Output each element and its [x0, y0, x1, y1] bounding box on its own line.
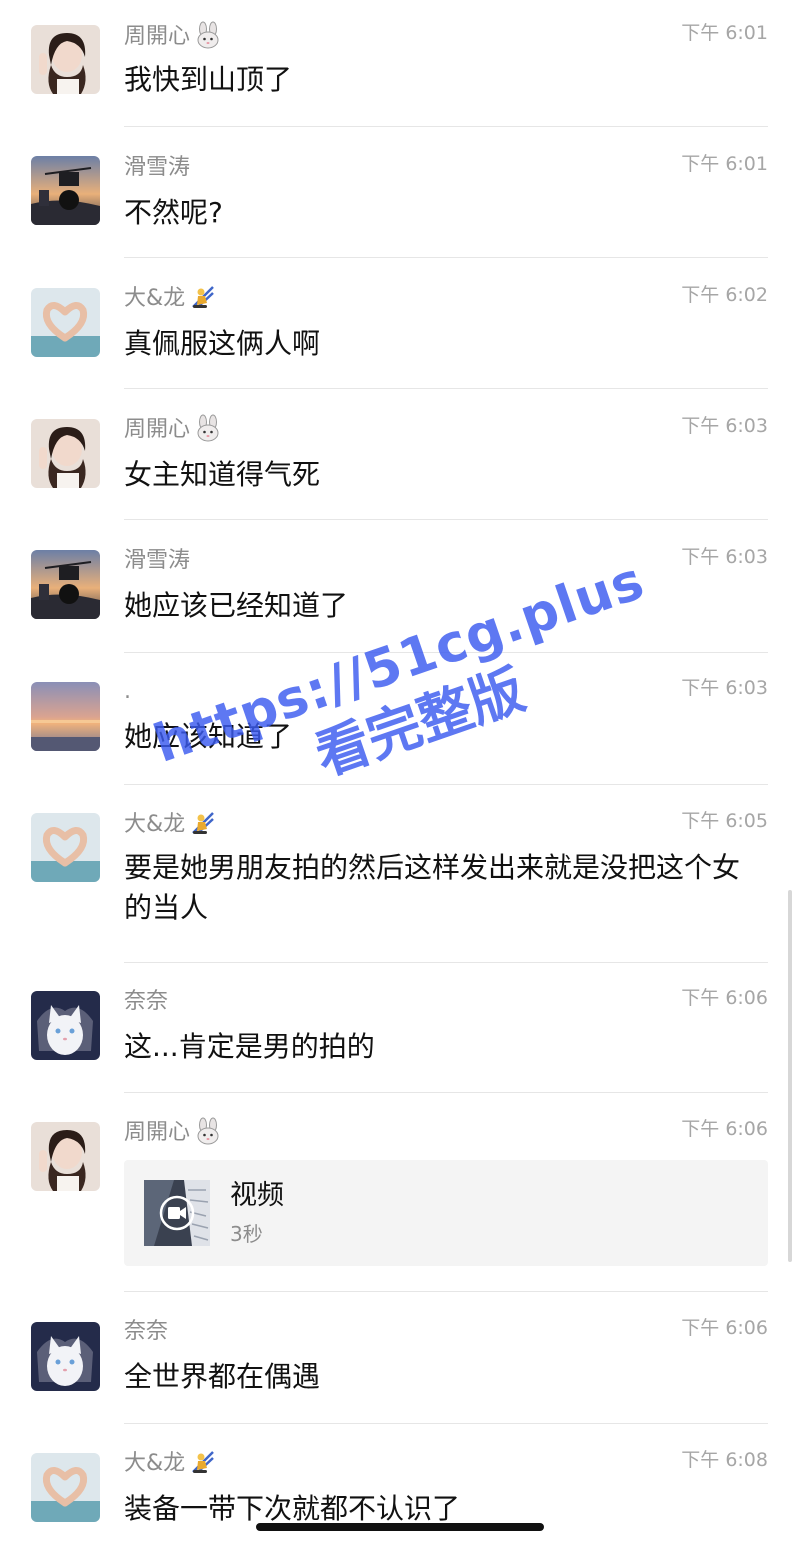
message-item[interactable]: 周開心 下午 6:01 我快到山顶了 [0, 0, 800, 130]
divider [124, 257, 768, 258]
video-duration: 3秒 [230, 1222, 263, 1246]
message-timestamp: 下午 6:03 [681, 415, 768, 437]
skier-emoji [189, 809, 217, 837]
scrollbar[interactable] [788, 890, 792, 1262]
message-item[interactable]: 大&龙 下午 6:05 要是她男朋友拍的然后这样发出来就是没把这个女的当人 [0, 786, 800, 964]
message-timestamp: 下午 6:06 [681, 1118, 768, 1140]
sender-name: . [124, 679, 131, 704]
sender-name: 周開心 [124, 21, 222, 52]
avatar-ski-sunset[interactable] [31, 550, 100, 619]
message-text: 不然呢? [124, 196, 223, 229]
avatar-white-cat[interactable] [31, 1322, 100, 1391]
message-item[interactable]: . 下午 6:03 她应该知道了 [0, 655, 800, 785]
rabbit-emoji [194, 21, 222, 49]
avatar-sunset-sea[interactable] [31, 682, 100, 751]
video-thumbnail[interactable] [144, 1180, 210, 1246]
avatar-girl[interactable] [31, 25, 100, 94]
message-item[interactable]: 奈奈 下午 6:06 全世界都在偶遇 [0, 1293, 800, 1424]
skier-emoji [189, 1448, 217, 1476]
message-text: 女主知道得气死 [124, 458, 321, 491]
message-text: 真佩服这俩人啊 [124, 327, 321, 360]
sender-name: 大&龙 [124, 1449, 217, 1479]
avatar-girl[interactable] [31, 419, 100, 488]
sender-name: 周開心 [124, 414, 222, 445]
message-item[interactable]: 滑雪涛 下午 6:03 她应该已经知道了 [0, 524, 800, 654]
message-text: 她应该知道了 [124, 720, 293, 753]
divider [124, 126, 768, 127]
rabbit-emoji [194, 1117, 222, 1145]
sender-name: 大&龙 [124, 284, 217, 314]
message-item[interactable]: 滑雪涛 下午 6:01 不然呢? [0, 131, 800, 261]
message-timestamp: 下午 6:02 [681, 284, 768, 306]
message-text: 要是她男朋友拍的然后这样发出来就是没把这个女的当人 [124, 851, 741, 924]
avatar-white-cat[interactable] [31, 991, 100, 1060]
message-timestamp: 下午 6:05 [681, 810, 768, 832]
video-message-card[interactable]: 视频 3秒 [124, 1160, 768, 1266]
chat-history-list[interactable]: 周開心 下午 6:01 我快到山顶了 滑雪涛 下午 6:01 不然呢? 大&龙 … [0, 0, 800, 1549]
message-timestamp: 下午 6:01 [681, 22, 768, 44]
avatar-ski-sunset[interactable] [31, 156, 100, 225]
message-item[interactable]: 周開心 下午 6:03 女主知道得气死 [0, 393, 800, 523]
home-indicator[interactable] [256, 1523, 544, 1531]
rabbit-emoji [194, 414, 222, 442]
message-timestamp: 下午 6:06 [681, 1317, 768, 1339]
avatar-heart-hands[interactable] [31, 1453, 100, 1522]
message-text: 我快到山顶了 [124, 63, 293, 96]
sender-name: 周開心 [124, 1117, 222, 1148]
avatar-heart-hands[interactable] [31, 813, 100, 882]
divider [124, 784, 768, 785]
message-text: 全世界都在偶遇 [124, 1360, 321, 1393]
sender-name: 大&龙 [124, 810, 217, 840]
sender-name: 奈奈 [124, 989, 169, 1014]
message-item[interactable]: 奈奈 下午 6:06 这...肯定是男的拍的 [0, 963, 800, 1093]
message-timestamp: 下午 6:06 [681, 987, 768, 1009]
skier-emoji [189, 283, 217, 311]
message-text: 这...肯定是男的拍的 [124, 1030, 375, 1063]
divider [124, 519, 768, 520]
avatar-heart-hands[interactable] [31, 288, 100, 357]
message-timestamp: 下午 6:01 [681, 153, 768, 175]
video-title: 视频 [230, 1180, 284, 1211]
message-item[interactable]: 大&龙 下午 6:02 真佩服这俩人啊 [0, 262, 800, 392]
message-timestamp: 下午 6:03 [681, 677, 768, 699]
divider [124, 1092, 768, 1093]
message-item[interactable]: 周開心 下午 6:06 视频 3秒 [0, 1094, 800, 1292]
divider [124, 652, 768, 653]
divider [124, 1291, 768, 1292]
divider [124, 388, 768, 389]
message-text: 她应该已经知道了 [124, 589, 349, 622]
sender-name: 滑雪涛 [124, 155, 191, 180]
sender-name: 滑雪涛 [124, 548, 191, 573]
message-timestamp: 下午 6:08 [681, 1449, 768, 1471]
sender-name: 奈奈 [124, 1319, 169, 1344]
message-timestamp: 下午 6:03 [681, 546, 768, 568]
avatar-girl[interactable] [31, 1122, 100, 1191]
